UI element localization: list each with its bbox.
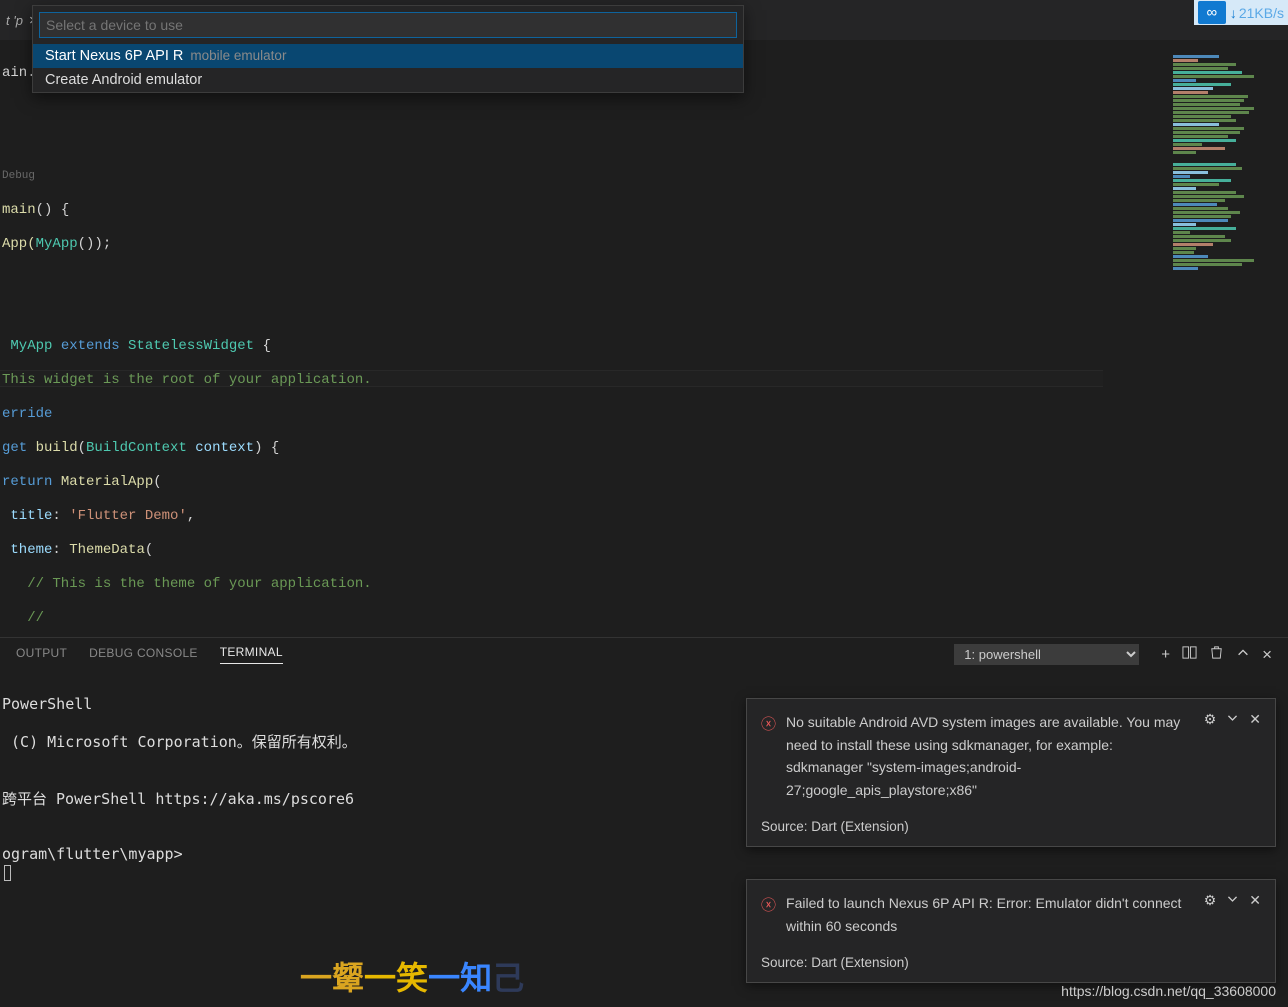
tab-debug-console[interactable]: DEBUG CONSOLE	[89, 646, 198, 664]
notification-message: Failed to launch Nexus 6P API R: Error: …	[786, 892, 1194, 937]
tab-terminal[interactable]: TERMINAL	[220, 645, 283, 664]
close-icon[interactable]: ✕	[1249, 711, 1261, 801]
notification-source: Source: Dart (Extension)	[761, 955, 1261, 970]
tab-label: t 'p	[6, 13, 23, 28]
network-badge: ∞ ↓ 21 KB/s	[1194, 0, 1288, 25]
close-icon[interactable]: ✕	[1249, 892, 1261, 937]
terminal-select[interactable]: 1: powershell	[954, 644, 1139, 665]
notification-source: Source: Dart (Extension)	[761, 819, 1261, 834]
cloud-icon: ∞	[1198, 1, 1226, 24]
net-value: 21	[1239, 5, 1255, 21]
quickpick-input[interactable]	[39, 12, 737, 38]
code-editor[interactable]: ain.d t 'p Debug main() { App(MyApp()); …	[0, 40, 1288, 637]
panel-actions: + ×	[1161, 645, 1272, 665]
tab-output[interactable]: OUTPUT	[16, 646, 67, 664]
notification-message: No suitable Android AVD system images ar…	[786, 711, 1194, 801]
quickpick-panel: Start Nexus 6P API R mobile emulator Cre…	[32, 5, 744, 93]
minimap[interactable]	[1173, 55, 1288, 315]
quickpick-item-start-device[interactable]: Start Nexus 6P API R mobile emulator	[33, 44, 743, 68]
error-icon: ⓧ	[761, 713, 776, 801]
notification-launch-error: ⓧ Failed to launch Nexus 6P API R: Error…	[746, 879, 1276, 983]
quickpick-item-label: Create Android emulator	[45, 72, 202, 88]
error-icon: ⓧ	[761, 894, 776, 937]
watermark-text: 一颦一笑一知己	[300, 953, 524, 999]
chevron-up-icon[interactable]	[1236, 646, 1250, 664]
trash-icon[interactable]	[1209, 645, 1224, 664]
chevron-down-icon[interactable]	[1226, 711, 1239, 801]
net-unit: KB/s	[1254, 5, 1284, 21]
download-arrow-icon: ↓	[1230, 5, 1237, 21]
terminal-cursor	[4, 865, 11, 881]
gear-icon[interactable]: ⚙	[1204, 711, 1217, 801]
quickpick-item-create-emulator[interactable]: Create Android emulator	[33, 68, 743, 92]
split-terminal-icon[interactable]	[1182, 645, 1197, 664]
new-terminal-icon[interactable]: +	[1161, 646, 1170, 663]
quickpick-item-secondary: mobile emulator	[190, 48, 286, 63]
panel-tabs: OUTPUT DEBUG CONSOLE TERMINAL 1: powersh…	[0, 638, 1288, 665]
csdn-url: https://blog.csdn.net/qq_33608000	[1061, 983, 1276, 999]
gear-icon[interactable]: ⚙	[1204, 892, 1217, 937]
chevron-down-icon[interactable]	[1226, 892, 1239, 937]
close-panel-icon[interactable]: ×	[1262, 645, 1272, 665]
quickpick-item-label: Start Nexus 6P API R	[45, 48, 183, 64]
notification-avd-error: ⓧ No suitable Android AVD system images …	[746, 698, 1276, 847]
